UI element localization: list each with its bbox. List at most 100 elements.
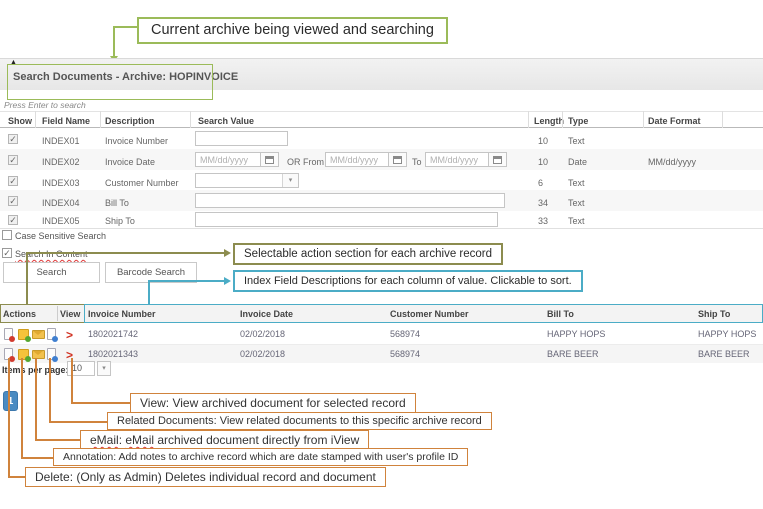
show-checkbox[interactable]	[8, 196, 18, 206]
to-label: To	[412, 157, 422, 167]
callout-view: View: View archived document for selecte…	[130, 393, 416, 413]
invoice-date-input[interactable]	[195, 152, 261, 167]
field-name: INDEX03	[42, 178, 80, 188]
col-description[interactable]: Description	[105, 116, 155, 126]
calendar-button[interactable]	[261, 152, 279, 167]
callout-email-word1: eMail	[90, 433, 119, 447]
show-checkbox[interactable]	[8, 176, 18, 186]
show-checkbox[interactable]	[8, 155, 18, 165]
field-description: Ship To	[105, 216, 135, 226]
case-sensitive-checkbox[interactable]	[2, 230, 12, 240]
field-name: INDEX05	[42, 216, 80, 226]
connector-email-h	[35, 439, 80, 441]
search-row-index04: INDEX04 Bill To 34 Text	[0, 190, 763, 211]
related-documents-icon[interactable]	[47, 328, 56, 340]
callout-related-text: Related Documents: View related document…	[117, 415, 482, 427]
annotation-icon[interactable]	[18, 329, 29, 340]
show-checkbox[interactable]	[8, 215, 18, 225]
field-date-format: MM/dd/yyyy	[648, 157, 696, 167]
col-date-format[interactable]: Date Format	[648, 116, 701, 126]
callout-email-rest: archived document directly from iView	[154, 433, 359, 447]
invoice-date-from-input[interactable]	[325, 152, 389, 167]
col-type[interactable]: Type	[568, 116, 588, 126]
connector-olive-arrowhead	[224, 249, 231, 257]
field-description: Invoice Number	[105, 136, 168, 146]
field-description: Invoice Date	[105, 157, 155, 167]
col-show[interactable]: Show	[8, 116, 32, 126]
callout-annotation: Annotation: Add notes to archive record …	[53, 448, 468, 466]
result-row[interactable]: > 1802021742 02/02/2018 568974 HAPPY HOP…	[0, 323, 763, 345]
field-name: INDEX01	[42, 136, 80, 146]
show-checkbox[interactable]	[8, 134, 18, 144]
connector-olive-v	[26, 252, 28, 304]
calendar-icon	[265, 156, 274, 164]
connector-green-v	[113, 26, 115, 57]
invoice-number-input[interactable]	[195, 131, 288, 146]
callout-view-text: View: View archived document for selecte…	[140, 396, 406, 410]
actions-header-highlight-box	[0, 304, 85, 323]
connector-blue-v	[148, 280, 150, 304]
column-divider	[190, 111, 191, 128]
connector-related-v	[49, 358, 51, 422]
connector-view-h	[71, 402, 130, 404]
search-in-content-checkbox[interactable]	[2, 248, 12, 258]
field-description: Bill To	[105, 198, 129, 208]
callout-related-documents: Related Documents: View related document…	[107, 412, 492, 430]
chevron-down-icon[interactable]: ▾	[97, 361, 111, 376]
ship-to-value: HAPPY HOPS	[698, 329, 756, 339]
search-row-index05: INDEX05 Ship To 33 Text	[0, 211, 763, 228]
field-type: Text	[568, 216, 585, 226]
search-button[interactable]: Search	[3, 262, 100, 283]
customer-number-value: 568974	[390, 329, 420, 339]
callout-annotation-text: Annotation: Add notes to archive record …	[63, 451, 458, 463]
calendar-button[interactable]	[389, 152, 407, 167]
customer-number-combobox[interactable]: ▾	[195, 173, 299, 188]
col-field-name[interactable]: Field Name	[42, 116, 90, 126]
annotation-icon[interactable]	[18, 349, 29, 360]
from-label: From	[303, 157, 324, 167]
search-table-bottom-border	[0, 228, 763, 229]
col-length[interactable]: Length	[534, 116, 564, 126]
field-type: Text	[568, 178, 585, 188]
connector-olive-h	[26, 252, 224, 254]
email-icon[interactable]	[32, 330, 45, 339]
search-row-index03: INDEX03 Customer Number ▾ 6 Text	[0, 170, 763, 190]
callout-email-word2: eMail	[125, 433, 154, 447]
press-enter-hint: Press Enter to search	[4, 100, 86, 110]
connector-green-h	[113, 26, 138, 28]
result-row[interactable]: > 1802021343 02/02/2018 568974 BARE BEER…	[0, 345, 763, 363]
page-1-button[interactable]: 1	[3, 391, 18, 411]
invoice-date-value: 02/02/2018	[240, 349, 285, 359]
connector-email-v	[35, 358, 37, 440]
callout-current-archive: Current archive being viewed and searchi…	[137, 17, 448, 44]
invoice-number-value: 1802021343	[88, 349, 138, 359]
annotation-badge	[25, 336, 31, 342]
title-highlight-box	[7, 64, 213, 100]
chevron-down-icon[interactable]: ▾	[282, 174, 298, 187]
delete-badge	[9, 356, 15, 362]
invoice-date-value: 02/02/2018	[240, 329, 285, 339]
field-type: Date	[568, 157, 587, 167]
callout-delete: Delete: (Only as Admin) Deletes individu…	[25, 467, 386, 487]
case-sensitive-label: Case Sensitive Search	[15, 231, 106, 241]
bill-to-input[interactable]	[195, 193, 505, 208]
delete-icon[interactable]	[4, 328, 13, 340]
view-record-icon[interactable]: >	[66, 329, 73, 341]
column-divider	[643, 111, 644, 128]
email-icon[interactable]	[32, 350, 45, 359]
column-divider	[35, 111, 36, 128]
invoice-date-to-input[interactable]	[425, 152, 489, 167]
ship-to-input[interactable]	[195, 212, 498, 227]
calendar-button[interactable]	[489, 152, 507, 167]
related-badge	[52, 336, 58, 342]
field-type: Text	[568, 136, 585, 146]
field-description: Customer Number	[105, 178, 179, 188]
column-divider	[100, 111, 101, 128]
bill-to-value: HAPPY HOPS	[547, 329, 605, 339]
column-divider	[528, 111, 529, 128]
calendar-icon	[493, 156, 502, 164]
field-length: 34	[538, 198, 548, 208]
col-search-value[interactable]: Search Value	[198, 116, 254, 126]
callout-delete-text: Delete: (Only as Admin) Deletes individu…	[35, 470, 376, 484]
column-divider	[562, 111, 563, 128]
